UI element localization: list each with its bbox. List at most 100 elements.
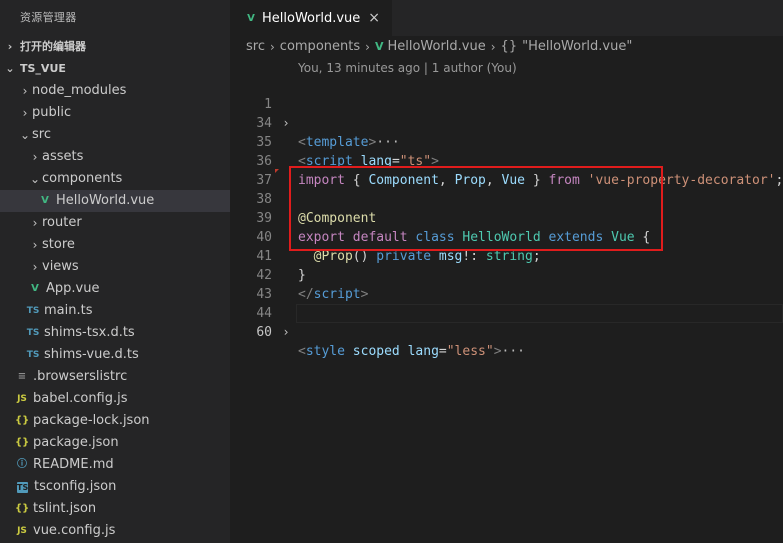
vue-file-icon: V: [31, 283, 39, 294]
tree-label: vue.config.js: [33, 523, 116, 538]
tree-label: components: [42, 171, 123, 186]
code-line: 36 import { Component, Prop, Vue } from …: [230, 133, 783, 188]
annotation-highlight-box: [289, 166, 663, 251]
tree-file-helloworld-vue[interactable]: V HelloWorld.vue: [0, 190, 230, 212]
chevron-down-icon: ⌄: [19, 128, 31, 142]
tree-folder-assets[interactable]: › assets: [0, 146, 230, 168]
chevron-right-icon: ›: [490, 40, 496, 54]
typescript-file-icon: TS: [26, 306, 40, 316]
tree-label: shims-vue.d.ts: [44, 347, 139, 362]
chevron-right-icon: ›: [32, 216, 38, 230]
tree-folder-src[interactable]: ⌄ src: [0, 124, 230, 146]
tree-file-shims-tsx[interactable]: TS shims-tsx.d.ts: [0, 322, 230, 344]
tree-file-app-vue[interactable]: V App.vue: [0, 278, 230, 300]
code-line: 34: [230, 95, 783, 131]
tree-file-tsconfig[interactable]: TS tsconfig.json: [0, 476, 230, 498]
chevron-right-icon: ›: [22, 106, 28, 120]
close-icon[interactable]: ×: [368, 10, 380, 26]
chevron-right-icon: ›: [7, 40, 13, 53]
tree-label: tslint.json: [33, 501, 97, 516]
code-text: <style scoped lang="less">···: [298, 344, 526, 359]
tree-folder-components[interactable]: ⌄ components: [0, 168, 230, 190]
code-line: 35 <script lang="ts">: [230, 114, 783, 169]
tree-label: package-lock.json: [33, 413, 150, 428]
tree-file-tslint[interactable]: {} tslint.json: [0, 498, 230, 520]
breadcrumb-symbol[interactable]: "HelloWorld.vue": [522, 36, 632, 58]
lines-file-icon: ≡: [17, 371, 27, 382]
open-editors-section[interactable]: › 打开的编辑器: [0, 36, 230, 58]
breadcrumb-file[interactable]: HelloWorld.vue: [387, 36, 485, 58]
tree-label: public: [32, 105, 72, 120]
tree-file-package-json[interactable]: {} package.json: [0, 432, 230, 454]
tree-folder-views[interactable]: › views: [0, 256, 230, 278]
editor-area: V HelloWorld.vue × src › components › V …: [230, 0, 783, 543]
tree-folder-public[interactable]: › public: [0, 102, 230, 124]
code-line: 1 › <template>···: [230, 76, 783, 150]
tree-label: store: [42, 237, 75, 252]
breadcrumb-src[interactable]: src: [246, 36, 265, 58]
tree-folder-node-modules[interactable]: › node_modules: [0, 80, 230, 102]
chevron-right-icon: ›: [22, 84, 28, 98]
explorer-title: 资源管理器: [20, 11, 77, 24]
info-file-icon: ⓘ: [17, 459, 27, 470]
tree-label: HelloWorld.vue: [56, 193, 155, 208]
vue-file-icon: V: [247, 12, 255, 24]
chevron-down-icon: ⌄: [5, 62, 15, 75]
tree-label: babel.config.js: [33, 391, 128, 406]
code-line: 43: [230, 266, 783, 302]
line-number: 60: [256, 325, 272, 340]
open-editors-label: 打开的编辑器: [20, 40, 86, 53]
tree-file-readme[interactable]: ⓘ README.md: [0, 454, 230, 476]
tree-file-babel-config[interactable]: JS babel.config.js: [0, 388, 230, 410]
tab-helloworld-vue[interactable]: V HelloWorld.vue ×: [230, 0, 393, 36]
code-line-current: 60: [230, 304, 783, 340]
tab-bar: V HelloWorld.vue ×: [230, 0, 783, 36]
tree-label: assets: [42, 149, 84, 164]
project-section[interactable]: ⌄ TS_VUE: [0, 58, 230, 80]
chevron-right-icon: ›: [269, 40, 275, 54]
tree-label: router: [42, 215, 82, 230]
json-file-icon: {}: [15, 437, 30, 448]
typescript-file-icon: TS: [26, 350, 40, 360]
code-line: 44 › <style scoped lang="less">···: [230, 285, 783, 359]
vscode-window: 资源管理器 › 打开的编辑器 ⌄ TS_VUE › node_modules ›…: [0, 0, 783, 543]
tree-file-package-lock[interactable]: {} package-lock.json: [0, 410, 230, 432]
tree-label: shims-tsx.d.ts: [44, 325, 135, 340]
symbol-icon: {}: [500, 39, 518, 54]
git-change-marker: [275, 169, 279, 173]
tree-label: views: [42, 259, 79, 274]
json-file-icon: {}: [15, 415, 30, 426]
tree-file-browserslistrc[interactable]: ≡ .browserslistrc: [0, 366, 230, 388]
javascript-file-icon: JS: [17, 394, 27, 404]
breadcrumb-components[interactable]: components: [280, 36, 360, 58]
tree-file-main-ts[interactable]: TS main.ts: [0, 300, 230, 322]
tree-label: src: [32, 127, 51, 142]
vue-file-icon: V: [41, 195, 49, 206]
tree-label: tsconfig.json: [34, 479, 117, 494]
tree-folder-store[interactable]: › store: [0, 234, 230, 256]
tree-label: package.json: [33, 435, 119, 450]
javascript-file-icon: JS: [17, 526, 27, 536]
tree-label: App.vue: [46, 281, 100, 296]
tab-label: HelloWorld.vue: [262, 10, 361, 26]
typescript-file-icon: TS: [26, 328, 40, 338]
chevron-down-icon: ⌄: [29, 172, 41, 186]
tree-folder-router[interactable]: › router: [0, 212, 230, 234]
current-line-highlight: [296, 304, 783, 323]
vue-file-icon: V: [374, 40, 384, 53]
explorer-sidebar: 资源管理器 › 打开的编辑器 ⌄ TS_VUE › node_modules ›…: [0, 0, 230, 543]
git-codelens[interactable]: You, 13 minutes ago | 1 author (You): [298, 61, 517, 75]
chevron-right-icon: ›: [32, 238, 38, 252]
tree-label: README.md: [33, 457, 114, 472]
chevron-right-icon: ›: [32, 260, 38, 274]
tree-file-vue-config[interactable]: JS vue.config.js: [0, 520, 230, 542]
tree-label: node_modules: [32, 83, 127, 98]
chevron-right-icon: ›: [365, 40, 370, 54]
chevron-right-icon: ›: [32, 150, 38, 164]
tree-file-shims-vue[interactable]: TS shims-vue.d.ts: [0, 344, 230, 366]
typescript-config-icon: TS: [17, 481, 29, 493]
project-label: TS_VUE: [20, 62, 66, 75]
tree-label: main.ts: [44, 303, 93, 318]
tree-label: .browserslistrc: [33, 369, 128, 384]
breadcrumb: src › components › V HelloWorld.vue › {}…: [230, 36, 783, 58]
